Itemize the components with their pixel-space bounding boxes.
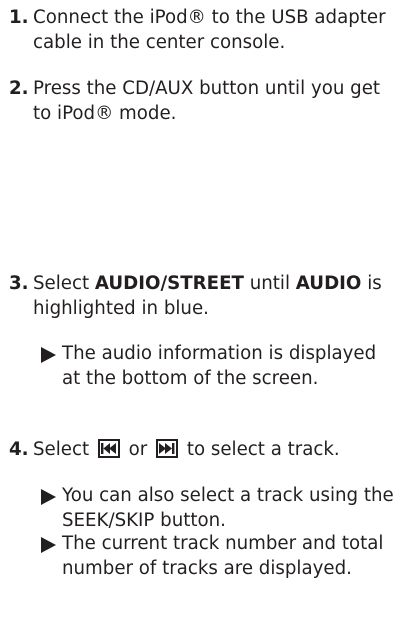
- note-text: The audio information is displayed at th…: [62, 343, 377, 389]
- skip-back-icon: [97, 439, 120, 458]
- step-number: 4.: [9, 439, 29, 460]
- step-text-mid: or: [122, 439, 154, 460]
- note-text: You can also select a track using the SE…: [62, 485, 394, 531]
- manual-page: 1. Connect the iPod® to the USB adapter …: [0, 0, 397, 632]
- triangle-bullet-icon: [41, 489, 56, 505]
- step-4: 4. Select or to select a track.: [9, 438, 395, 463]
- step-text: Connect the iPod® to the USB adapter cab…: [33, 7, 386, 53]
- step-number: 1.: [9, 7, 29, 28]
- step-text-mid: until: [243, 273, 296, 294]
- step-number: 2.: [9, 78, 29, 99]
- note-seek-skip: You can also select a track using the SE…: [41, 484, 395, 533]
- step-number: 3.: [9, 273, 29, 294]
- triangle-bullet-icon: [41, 537, 56, 553]
- step-text-post: to select a track.: [181, 439, 340, 460]
- step-text: Press the CD/AUX button until you get to…: [33, 78, 381, 124]
- step-1: 1. Connect the iPod® to the USB adapter …: [9, 6, 395, 55]
- triangle-bullet-icon: [41, 347, 56, 363]
- audio-street-label: AUDIO/STREET: [94, 273, 244, 294]
- note-audio-info: The audio information is displayed at th…: [41, 342, 395, 391]
- step-2: 2. Press the CD/AUX button until you get…: [9, 77, 395, 126]
- audio-label: AUDIO: [295, 273, 362, 294]
- step-3: 3. Select AUDIO/STREET until AUDIO is hi…: [9, 272, 395, 321]
- note-text: The current track number and total numbe…: [62, 533, 384, 579]
- step-text-pre: Select: [33, 439, 95, 460]
- step-text-pre: Select: [33, 273, 95, 294]
- note-track-number: The current track number and total numbe…: [41, 532, 395, 581]
- skip-forward-icon: [156, 439, 179, 458]
